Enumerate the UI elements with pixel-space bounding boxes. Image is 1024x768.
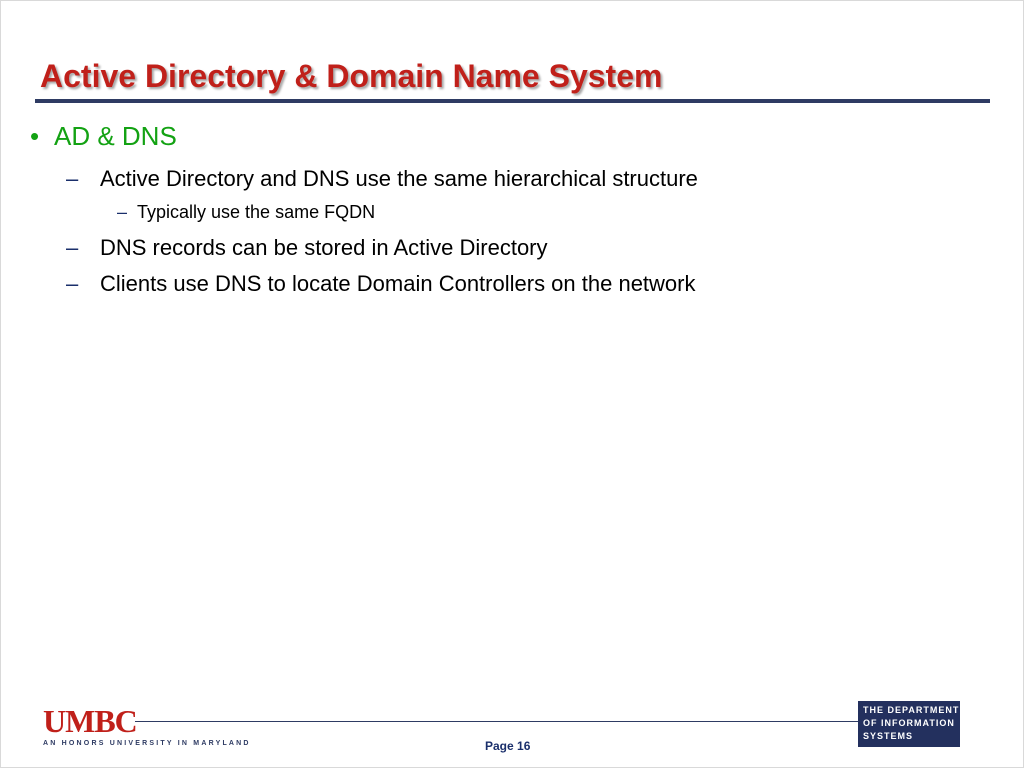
department-logo-line-2: OF INFORMATION — [863, 718, 955, 728]
bullet-ad-dns: • AD & DNS — [30, 121, 177, 152]
umbc-logo-tagline: AN HONORS UNIVERSITY IN MARYLAND — [43, 740, 251, 747]
dash-marker: – — [66, 271, 79, 296]
dash-marker: – — [117, 202, 128, 222]
slide-frame — [0, 0, 1024, 768]
sub-bullet-text: Clients use DNS to locate Domain Control… — [100, 271, 696, 296]
dash-marker: – — [66, 166, 79, 191]
page-number: Page 16 — [485, 739, 531, 753]
bullet-text: AD & DNS — [54, 121, 177, 151]
department-logo-line-1: THE DEPARTMENT — [863, 705, 960, 715]
sub-bullet-clients-use-dns: – Clients use DNS to locate Domain Contro… — [66, 271, 696, 297]
sub-bullet-dns-records: – DNS records can be stored in Active Dir… — [66, 235, 548, 261]
bullet-marker: • — [30, 121, 40, 151]
sub-bullet-hierarchical-structure: – Active Directory and DNS use the same h… — [66, 166, 698, 192]
dash-marker: – — [66, 235, 79, 260]
umbc-logo: UMBC AN HONORS UNIVERSITY IN MARYLAND — [43, 704, 253, 752]
sub-bullet-text: DNS records can be stored in Active Dire… — [100, 235, 548, 260]
slide-title: Active Directory & Domain Name System — [40, 58, 663, 94]
umbc-logo-word: UMBC — [43, 703, 138, 739]
department-logo-line-3: SYSTEMS — [863, 731, 914, 741]
sub-sub-bullet-fqdn: – Typically use the same FQDN — [117, 202, 375, 223]
title-divider — [35, 99, 990, 103]
sub-bullet-text: Active Directory and DNS use the same hi… — [100, 166, 698, 191]
sub-sub-bullet-text: Typically use the same FQDN — [137, 202, 376, 222]
department-logo: THE DEPARTMENT OF INFORMATION SYSTEMS — [858, 701, 960, 747]
